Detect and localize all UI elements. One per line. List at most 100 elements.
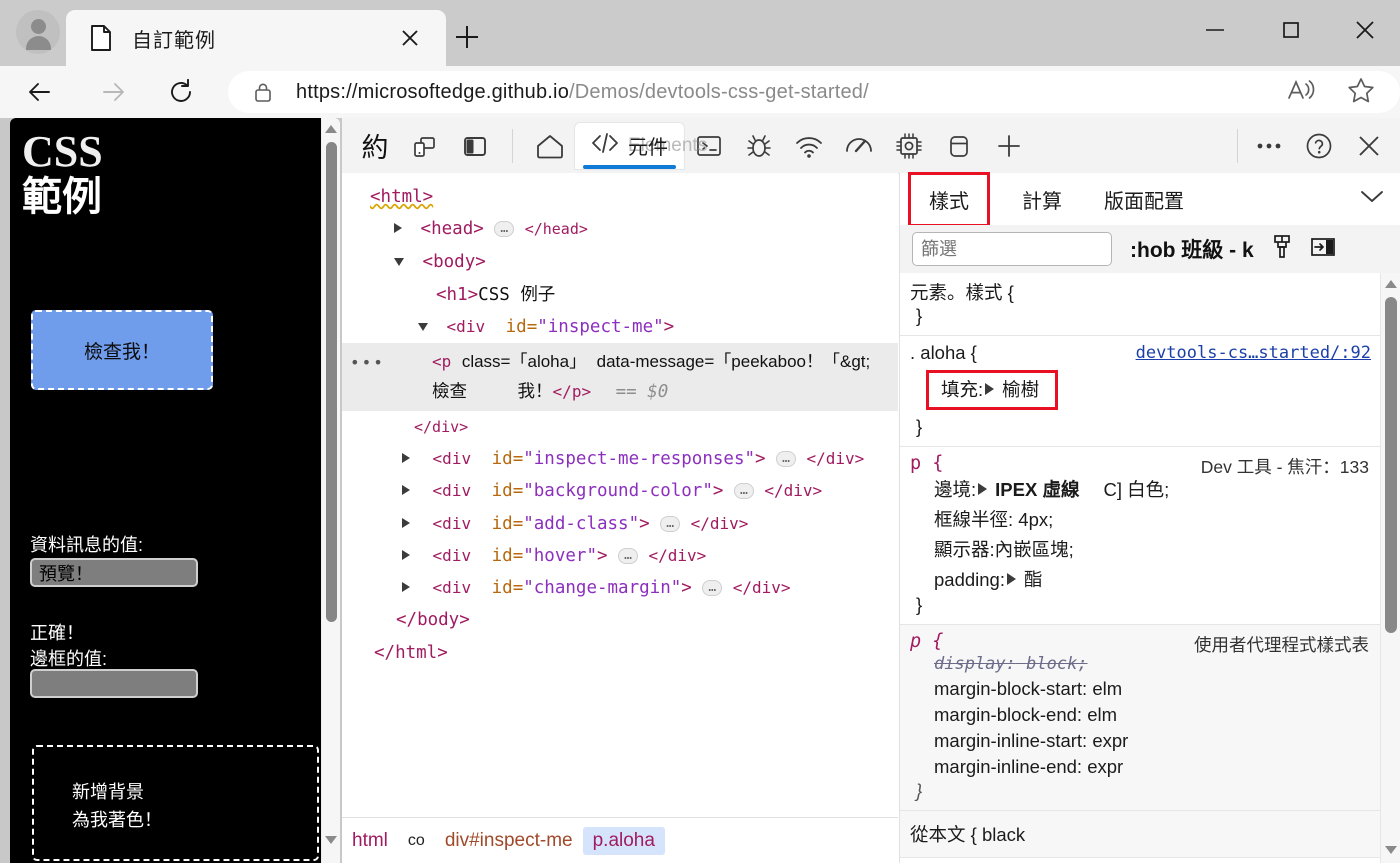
dom-tree[interactable]: <html> <head> … </head> <body> <h1>CSS 例… bbox=[342, 173, 898, 863]
page-vertical-scrollbar[interactable] bbox=[321, 118, 340, 863]
dom-row-div-inspect-me[interactable]: <div id="inspect-me"> bbox=[370, 311, 898, 343]
new-tab-button[interactable] bbox=[452, 22, 482, 52]
collapsed-children-icon[interactable]: … bbox=[702, 580, 723, 596]
breadcrumb-item-co[interactable]: co bbox=[398, 829, 435, 853]
tab-sources-bug-icon[interactable] bbox=[734, 123, 784, 169]
favorites-star-icon[interactable] bbox=[1346, 76, 1376, 109]
dom-row-p-aloha-selected[interactable]: ••• <p class=「aloha」 data-message=「peeka… bbox=[342, 343, 898, 411]
reload-button[interactable] bbox=[163, 74, 199, 110]
dom-row-html-close[interactable]: </html> bbox=[370, 637, 898, 669]
dom-row-div-responses[interactable]: <div id="inspect-me-responses"> … </div> bbox=[370, 443, 898, 475]
declaration-padding-disabled[interactable]: padding: 酯 bbox=[910, 564, 1381, 594]
back-button[interactable] bbox=[22, 74, 58, 110]
read-aloud-icon[interactable] bbox=[1286, 77, 1316, 108]
chevron-down-icon[interactable] bbox=[1359, 187, 1385, 210]
collapsed-children-icon[interactable]: … bbox=[776, 451, 796, 467]
styles-filter-input[interactable] bbox=[912, 232, 1112, 266]
dom-row-div-background-color[interactable]: <div id="background-color"> … </div> bbox=[370, 475, 898, 507]
style-rule-aloha[interactable]: devtools-cs…started/:92 . aloha { 填充: 榆樹 … bbox=[900, 336, 1381, 447]
dom-row-html[interactable]: <html> bbox=[370, 181, 898, 213]
page-scrollbar-thumb[interactable] bbox=[326, 142, 337, 622]
scroll-up-arrow-icon[interactable] bbox=[1381, 275, 1400, 293]
declaration-value[interactable]: 酯 bbox=[1024, 569, 1043, 590]
declaration-value[interactable]: elm bbox=[1092, 678, 1122, 699]
declaration-value[interactable]: expr bbox=[1092, 730, 1128, 751]
expand-arrow-icon[interactable] bbox=[402, 582, 410, 592]
tab-performance-icon[interactable] bbox=[834, 123, 884, 169]
home-icon[interactable] bbox=[525, 123, 575, 169]
expand-arrow-icon[interactable] bbox=[402, 517, 410, 528]
collapse-arrow-icon[interactable] bbox=[394, 257, 404, 266]
breadcrumb-item-p-aloha[interactable]: p.aloha bbox=[582, 826, 665, 855]
breadcrumb-item-div-inspect-me[interactable]: div#inspect-me bbox=[435, 827, 583, 855]
styles-rules-list[interactable]: 元素。樣式 { } devtools-cs…started/:92 . aloh… bbox=[900, 273, 1381, 863]
declaration-value[interactable]: 4px; bbox=[1018, 509, 1053, 530]
inspect-me-paragraph[interactable]: 檢查我！ bbox=[31, 310, 213, 390]
data-message-value-field[interactable]: 預覽！ bbox=[30, 558, 198, 587]
declaration-padding-highlighted[interactable]: 填充: 榆樹 bbox=[910, 364, 1381, 416]
window-minimize-button[interactable] bbox=[1190, 10, 1240, 50]
declaration-margin-block-end[interactable]: margin-block-end: elm bbox=[910, 702, 1381, 728]
hover-state-label[interactable]: :hob 班級 - k bbox=[1130, 234, 1254, 264]
style-rule-p-user-agent[interactable]: 使用者代理程式樣式表 p { display: block; margin-bl… bbox=[900, 625, 1381, 811]
inspect-element-button[interactable]: 約 bbox=[350, 123, 400, 169]
declaration-value[interactable]: block; bbox=[1026, 654, 1087, 674]
dom-row-div-close[interactable]: </div> bbox=[370, 411, 898, 443]
collapse-arrow-icon[interactable] bbox=[418, 323, 428, 331]
declaration-name[interactable]: 填充: bbox=[941, 379, 983, 400]
device-emulation-icon[interactable] bbox=[400, 123, 450, 169]
dock-side-icon[interactable] bbox=[450, 123, 500, 169]
declaration-value-2[interactable]: C] 白色; bbox=[1103, 479, 1169, 500]
dom-row-body[interactable]: <body> bbox=[370, 246, 898, 278]
declaration-display[interactable]: 顯示器:內嵌區塊; bbox=[910, 534, 1381, 564]
dom-row-div-change-margin[interactable]: <div id="change-margin"> … </div> bbox=[370, 572, 898, 604]
window-maximize-button[interactable] bbox=[1266, 10, 1316, 50]
declaration-margin-inline-end[interactable]: margin-inline-end: expr bbox=[910, 754, 1381, 780]
site-lock-icon[interactable] bbox=[254, 82, 272, 102]
declaration-value[interactable]: 榆樹 bbox=[1002, 379, 1039, 400]
style-rule-element-style[interactable]: 元素。樣式 { } bbox=[900, 273, 1381, 336]
url-bar[interactable]: https://microsoftedge.github.io/Demos/de… bbox=[228, 71, 1400, 113]
style-rule-p-author[interactable]: Dev 工具 - 焦汗：133 p { 邊境: IPEX 虛線 C] 白色; 框線半… bbox=[900, 447, 1381, 625]
declaration-name[interactable]: 邊境: bbox=[934, 479, 976, 500]
rule-source-link[interactable]: devtools-cs…started/:92 bbox=[1136, 343, 1371, 363]
devtools-close-icon[interactable] bbox=[1344, 123, 1394, 169]
styles-scrollbar-thumb[interactable] bbox=[1385, 297, 1397, 633]
tab-layout[interactable]: 版面配置 bbox=[1094, 179, 1194, 220]
collapsed-children-icon[interactable]: … bbox=[494, 221, 515, 238]
border-value-field[interactable] bbox=[30, 669, 198, 698]
tab-memory-chip-icon[interactable] bbox=[884, 123, 934, 169]
devtools-help-icon[interactable] bbox=[1294, 123, 1344, 169]
declaration-name[interactable]: 框線半徑: bbox=[934, 509, 1013, 530]
style-section-inherited-from-body[interactable]: 從本文 { black bbox=[900, 811, 1381, 858]
expand-shorthand-icon[interactable] bbox=[978, 483, 988, 495]
declaration-name[interactable]: padding: bbox=[934, 569, 1005, 590]
scroll-down-arrow-icon[interactable] bbox=[1381, 841, 1400, 859]
declaration-name[interactable]: 顯示器: bbox=[934, 539, 995, 560]
collapsed-children-icon[interactable]: … bbox=[733, 483, 754, 500]
tab-application-icon[interactable] bbox=[934, 123, 984, 169]
brush-icon[interactable] bbox=[1270, 234, 1294, 265]
dom-row-body-close[interactable]: </body> bbox=[370, 604, 898, 636]
scroll-down-arrow-icon[interactable] bbox=[322, 831, 340, 849]
expand-arrow-icon[interactable] bbox=[402, 549, 410, 560]
tab-elements[interactable]: Elements 元件 bbox=[575, 122, 707, 169]
tab-network-icon[interactable] bbox=[784, 123, 834, 169]
expand-arrow-icon[interactable] bbox=[402, 485, 410, 496]
declaration-value[interactable]: expr bbox=[1087, 756, 1123, 777]
row-actions-icon[interactable]: ••• bbox=[350, 351, 385, 375]
declaration-name[interactable]: margin-inline-start: bbox=[934, 730, 1087, 751]
new-style-rule-icon[interactable] bbox=[1310, 236, 1336, 263]
profile-avatar[interactable] bbox=[16, 10, 60, 54]
styles-vertical-scrollbar[interactable] bbox=[1380, 273, 1400, 863]
rule-selector[interactable]: 元素。樣式 { bbox=[910, 279, 1381, 305]
forward-button[interactable] bbox=[95, 74, 131, 110]
dom-row-h1[interactable]: <h1>CSS 例子 bbox=[370, 278, 898, 311]
declaration-margin-block-start[interactable]: margin-block-start: elm bbox=[910, 676, 1381, 702]
expand-arrow-icon[interactable] bbox=[394, 223, 402, 234]
tab-close-icon[interactable] bbox=[398, 26, 422, 50]
declaration-value[interactable]: 內嵌區塊; bbox=[995, 539, 1074, 560]
declaration-name[interactable]: display: bbox=[934, 654, 1016, 674]
declaration-name[interactable]: margin-block-start: bbox=[934, 678, 1087, 699]
expand-arrow-icon[interactable] bbox=[402, 453, 410, 463]
